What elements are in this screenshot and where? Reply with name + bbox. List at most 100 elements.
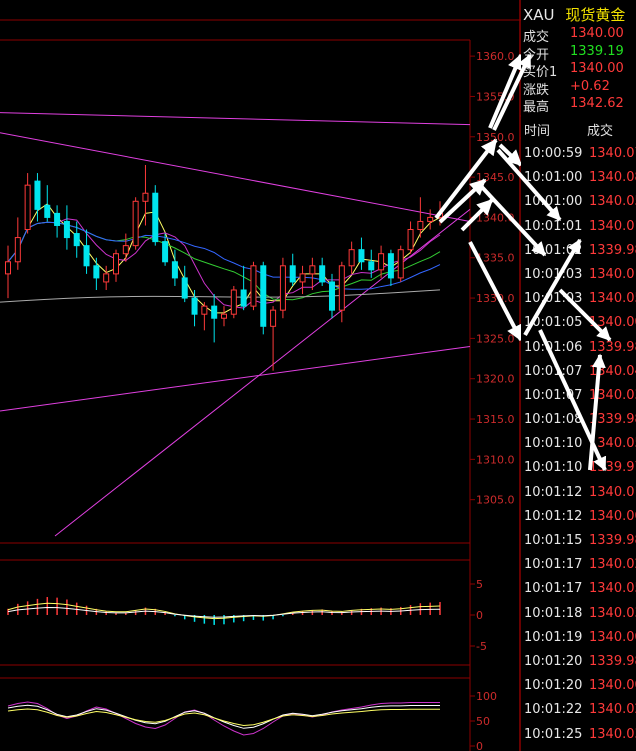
tick-price: 1340.03 xyxy=(589,726,636,742)
tick-price: 1339.98 xyxy=(589,242,636,258)
tick-row[interactable]: 10:01:02 1339.98 xyxy=(521,243,636,267)
tick-price: 1340.02 xyxy=(589,702,636,718)
tick-price: 1340.08 xyxy=(589,170,636,186)
tick-row[interactable]: 10:01:00 1340.08 xyxy=(521,170,636,194)
candle-down xyxy=(44,204,51,218)
ticks-header-price: 成交 xyxy=(587,124,614,139)
candle-up xyxy=(132,200,139,247)
tick-row[interactable]: 10:01:25 1340.03 xyxy=(521,727,636,751)
tick-row[interactable]: 10:01:12 1340.00 xyxy=(521,509,636,533)
ticks-header-time: 时间 xyxy=(524,124,551,139)
tick-row[interactable]: 10:01:07 1340.04 xyxy=(521,364,636,388)
tick-price: 1340.01 xyxy=(589,218,636,234)
candle-up xyxy=(279,265,286,311)
tick-list[interactable]: 10:00:59 1340.07 10:01:00 1340.08 10:01:00 13… xyxy=(521,146,636,751)
tick-row[interactable]: 10:00:59 1340.07 xyxy=(521,146,636,170)
tick-time: 10:01:06 xyxy=(524,339,583,355)
tick-row[interactable]: 10:01:18 1340.03 xyxy=(521,606,636,630)
quote-label: 最高 xyxy=(523,100,550,115)
y-tick-label: 1355.0 xyxy=(476,90,515,103)
quote-value: 1340.00 xyxy=(570,61,624,76)
candle-up xyxy=(250,265,257,307)
kdj-tick-label: 0 xyxy=(476,740,483,751)
tick-row[interactable]: 10:01:12 1340.01 xyxy=(521,485,636,509)
candle-down xyxy=(181,277,188,299)
candle-up xyxy=(378,253,385,271)
candle-up xyxy=(113,253,119,275)
quote-label: 涨跌 xyxy=(523,82,550,98)
tick-row[interactable]: 10:01:03 1340.01 xyxy=(521,267,636,291)
resistance-line xyxy=(0,112,471,126)
y-tick-label: 1305.0 xyxy=(476,494,515,507)
tick-time: 10:01:00 xyxy=(524,170,583,186)
candle-down xyxy=(329,281,335,311)
tick-time: 10:01:12 xyxy=(524,508,583,524)
kdj-panel: 100 50 0 xyxy=(7,690,497,751)
candle-up xyxy=(270,309,277,327)
tick-time: 10:01:03 xyxy=(524,291,583,307)
symbol-name: 现货黄金 xyxy=(565,6,626,24)
candle-up xyxy=(122,245,129,255)
tick-time: 10:01:20 xyxy=(524,653,583,669)
quote-label: 成交 xyxy=(523,30,550,45)
tick-row[interactable]: 10:01:03 1340.05 xyxy=(521,291,636,315)
tick-time: 10:01:22 xyxy=(524,702,583,718)
tick-time: 10:01:01 xyxy=(524,218,583,234)
candle-down xyxy=(319,265,326,283)
tick-price: 1340.05 xyxy=(589,436,636,452)
candle-down xyxy=(63,220,70,239)
moving-average-lines xyxy=(0,203,441,314)
tick-row[interactable]: 10:01:06 1339.98 xyxy=(521,340,636,364)
tick-time: 10:01:07 xyxy=(524,363,583,379)
tick-time: 10:01:02 xyxy=(524,242,583,258)
tick-price: 1340.00 xyxy=(589,508,636,524)
trend-lines xyxy=(0,112,471,537)
quote-row: 今开 1339.19 xyxy=(521,44,636,63)
symbol-code: XAU xyxy=(523,6,555,24)
tick-price: 1339.97 xyxy=(589,460,636,476)
y-tick-label: 1320.0 xyxy=(476,373,515,386)
candle-up xyxy=(309,265,316,275)
candle-down xyxy=(34,180,41,210)
tick-row[interactable]: 10:01:01 1340.01 xyxy=(521,219,636,243)
tick-row[interactable]: 10:01:10 1340.05 xyxy=(521,436,636,460)
tick-row[interactable]: 10:01:22 1340.02 xyxy=(521,702,636,726)
candle-down xyxy=(93,265,100,279)
tick-row[interactable]: 10:01:05 1340.00 xyxy=(521,315,636,339)
candle-down xyxy=(54,212,61,226)
tick-row[interactable]: 10:01:19 1340.00 xyxy=(521,630,636,654)
candle-down xyxy=(83,245,90,267)
quote-value: +0.62 xyxy=(570,78,610,94)
candles xyxy=(5,165,443,371)
tick-price: 1340.05 xyxy=(589,291,636,307)
tick-row[interactable]: 10:01:20 1339.98 xyxy=(521,654,636,678)
y-tick-label: 1360.0 xyxy=(476,50,515,63)
candle-down xyxy=(289,265,296,283)
tick-price: 1340.00 xyxy=(589,678,636,694)
kdj-tick-label: 100 xyxy=(476,690,497,703)
tick-price: 1340.00 xyxy=(589,315,636,331)
tick-row[interactable]: 10:01:08 1339.98 xyxy=(521,412,636,436)
tick-time: 10:01:07 xyxy=(524,387,583,403)
tick-row[interactable]: 10:01:20 1340.00 xyxy=(521,678,636,702)
rising-trend-line xyxy=(0,345,471,412)
candle-down xyxy=(171,261,178,279)
tick-price: 1340.03 xyxy=(589,605,636,621)
tick-row[interactable]: 10:01:17 1340.02 xyxy=(521,557,636,581)
candlestick-chart[interactable]: 1360.01355.01350.01345.01340.01335.01330… xyxy=(0,0,521,751)
tick-price: 1340.03 xyxy=(589,387,636,403)
tick-row[interactable]: 10:01:15 1339.98 xyxy=(521,533,636,557)
tick-time: 10:01:18 xyxy=(524,605,583,621)
tick-time: 10:01:17 xyxy=(524,581,583,597)
arrow-down-2 xyxy=(498,143,521,167)
tick-time: 10:01:15 xyxy=(524,533,583,548)
tick-time: 10:00:59 xyxy=(524,146,583,161)
tick-row[interactable]: 10:01:00 1340.05 xyxy=(521,194,636,218)
candle-down xyxy=(211,305,218,319)
tick-row[interactable]: 10:01:07 1340.03 xyxy=(521,388,636,412)
candle-up xyxy=(230,289,237,315)
tick-price: 1340.02 xyxy=(589,557,636,573)
candle-up xyxy=(299,273,306,283)
tick-row[interactable]: 10:01:10 1339.97 xyxy=(521,460,636,484)
tick-row[interactable]: 10:01:17 1340.05 xyxy=(521,581,636,605)
